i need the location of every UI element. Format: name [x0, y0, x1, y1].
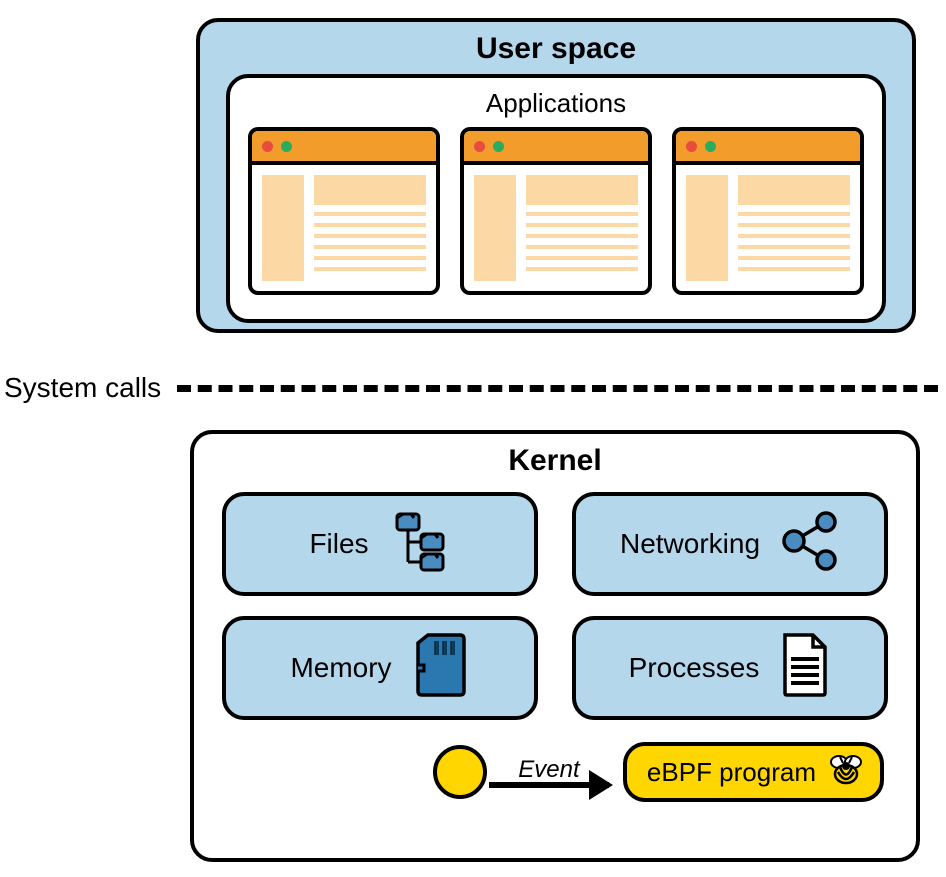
- arrow-right-icon: [489, 782, 609, 788]
- applications-title: Applications: [248, 88, 864, 119]
- memory-label: Memory: [290, 652, 391, 684]
- kernel-container: Kernel Files: [190, 430, 920, 862]
- user-space-container: User space Applications: [196, 18, 916, 333]
- event-label: Event: [518, 756, 579, 784]
- window-sidebar-icon: [686, 175, 728, 281]
- application-window-icon: [672, 127, 864, 295]
- folder-tree-icon: [389, 510, 451, 579]
- window-body: [464, 165, 648, 291]
- minimize-dot-icon: [705, 141, 716, 152]
- minimize-dot-icon: [493, 141, 504, 152]
- ebpf-program-box: eBPF program: [623, 742, 884, 802]
- window-body: [676, 165, 860, 291]
- kernel-title: Kernel: [222, 444, 888, 478]
- minimize-dot-icon: [281, 141, 292, 152]
- event-source-icon: [433, 745, 487, 799]
- kernel-networking-box: Networking: [572, 492, 888, 596]
- user-space-title: User space: [200, 32, 912, 66]
- dashed-line-icon: [177, 385, 938, 392]
- window-main-icon: [314, 175, 426, 281]
- window-titlebar: [464, 131, 648, 165]
- kernel-memory-box: Memory: [222, 616, 538, 720]
- window-main-icon: [738, 175, 850, 281]
- ebpf-event-row: Event eBPF program: [222, 742, 888, 802]
- memory-card-icon: [412, 633, 470, 704]
- ebpf-label: eBPF program: [647, 757, 816, 788]
- system-calls-label: System calls: [0, 372, 161, 404]
- window-sidebar-icon: [262, 175, 304, 281]
- window-sidebar-icon: [474, 175, 516, 281]
- network-share-icon: [780, 511, 840, 578]
- close-dot-icon: [686, 141, 697, 152]
- networking-label: Networking: [620, 528, 760, 560]
- processes-label: Processes: [629, 652, 760, 684]
- window-titlebar: [252, 131, 436, 165]
- bee-icon: [826, 752, 866, 793]
- window-titlebar: [676, 131, 860, 165]
- document-icon: [779, 633, 831, 704]
- window-main-icon: [526, 175, 638, 281]
- applications-container: Applications: [226, 74, 886, 323]
- close-dot-icon: [474, 141, 485, 152]
- kernel-files-box: Files: [222, 492, 538, 596]
- event-arrow-group: Event: [489, 756, 609, 788]
- application-window-icon: [248, 127, 440, 295]
- system-calls-divider: System calls: [0, 372, 946, 404]
- app-windows-row: [248, 127, 864, 295]
- files-label: Files: [309, 528, 368, 560]
- window-body: [252, 165, 436, 291]
- kernel-processes-box: Processes: [572, 616, 888, 720]
- application-window-icon: [460, 127, 652, 295]
- close-dot-icon: [262, 141, 273, 152]
- kernel-subsystems-grid: Files Networking: [222, 492, 888, 720]
